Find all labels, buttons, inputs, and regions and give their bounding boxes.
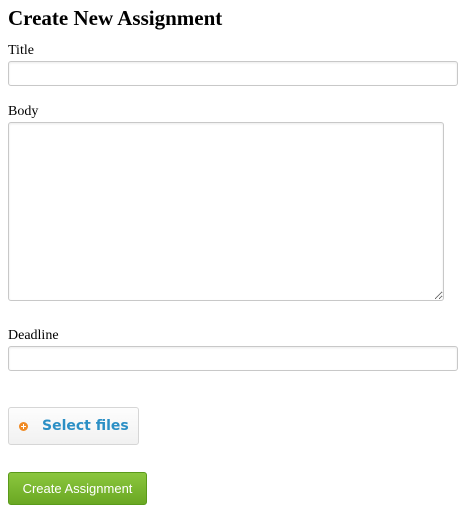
title-input[interactable] [8,61,458,86]
title-label: Title [8,43,34,58]
body-textarea[interactable] [8,122,444,301]
deadline-input[interactable] [8,346,458,371]
select-files-button[interactable]: Select files [8,407,139,445]
deadline-label: Deadline [8,328,59,343]
body-label: Body [8,104,39,119]
create-assignment-button[interactable]: Create Assignment [8,472,147,505]
page-title: Create New Assignment [8,6,223,30]
select-files-label: Select files [42,418,129,434]
plus-circle-icon [19,421,28,431]
